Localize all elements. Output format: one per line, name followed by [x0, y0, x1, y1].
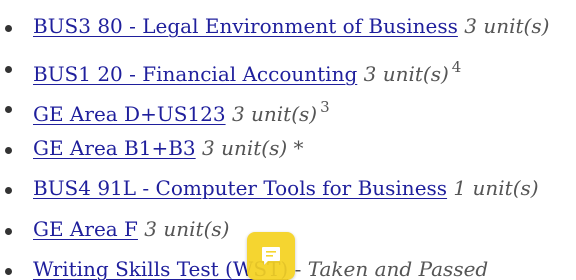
- course-item-bus491l: BUS4 91L - Computer Tools for Business 1…: [0, 168, 576, 209]
- footnote-marker: 3: [320, 98, 330, 116]
- bullet: [5, 25, 12, 33]
- bullet: [5, 65, 12, 73]
- bullet: [5, 106, 12, 114]
- chat-icon: [262, 247, 280, 265]
- course-item-bus380: BUS3 80 - Legal Environment of Business …: [0, 6, 576, 47]
- course-units: 3 unit(s): [363, 61, 449, 86]
- course-link-bus120[interactable]: BUS1 20 - Financial Accounting: [33, 62, 357, 86]
- course-units: 3 unit(s): [231, 102, 318, 126]
- course-item-bus120: BUS1 20 - Financial Accounting 3 unit(s)…: [0, 47, 576, 88]
- course-item-ge-area-b: GE Area B1+B3 3 unit(s) *: [0, 128, 576, 169]
- course-units: 1 unit(s): [453, 176, 539, 200]
- bullet: [5, 146, 12, 154]
- course-link-ge-area-d[interactable]: GE Area D+US123: [33, 102, 226, 126]
- course-link-ge-area-b[interactable]: GE Area B1+B3: [33, 136, 196, 160]
- course-link-bus491l[interactable]: BUS4 91L - Computer Tools for Business: [33, 176, 447, 200]
- course-units: 3 unit(s): [464, 14, 550, 38]
- course-units: 3 unit(s): [202, 135, 288, 160]
- bullet: [5, 187, 12, 195]
- bullet: [5, 268, 12, 276]
- course-link-bus380[interactable]: BUS3 80 - Legal Environment of Business: [33, 14, 458, 38]
- separator: -: [294, 257, 302, 280]
- course-status: Taken and Passed: [307, 257, 489, 280]
- chat-widget-button[interactable]: [247, 232, 295, 280]
- footnote-marker: *: [293, 135, 304, 160]
- footnote-marker: 4: [451, 57, 462, 76]
- course-units: 3 unit(s): [144, 216, 230, 241]
- bullet: [5, 227, 12, 235]
- course-item-ge-area-d: GE Area D+US123 3 unit(s) 3: [0, 87, 576, 128]
- course-link-ge-area-f[interactable]: GE Area F: [33, 217, 138, 241]
